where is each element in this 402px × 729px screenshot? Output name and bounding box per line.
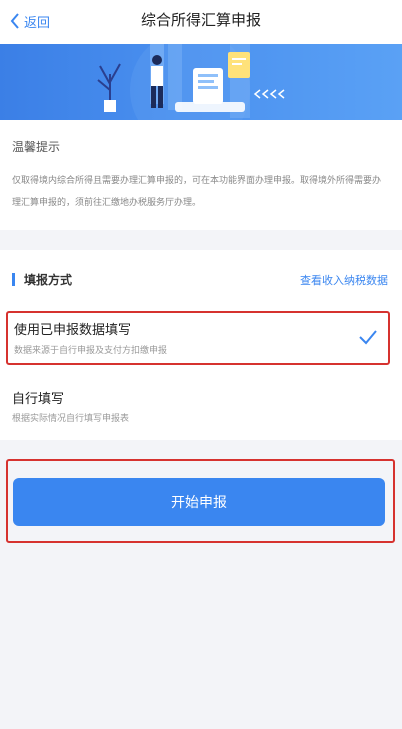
view-income-tax-data-link[interactable]: 查看收入纳税数据 xyxy=(300,272,388,288)
section-header: 填报方式 查看收入纳税数据 xyxy=(0,250,402,308)
option-self-fill[interactable]: 自行填写 根据实际情况自行填写申报表 xyxy=(0,378,402,434)
tips-body: 仅取得境内综合所得且需要办理汇算申报的，可在本功能界面办理申报。取得境外所得需要… xyxy=(12,176,382,208)
nav-bar: 返回 综合所得汇算申报 xyxy=(0,0,402,44)
tips-title: 温馨提示 xyxy=(12,140,61,154)
document-icon xyxy=(228,52,250,78)
banner-illustration xyxy=(0,44,402,120)
checkmark-icon xyxy=(359,330,377,345)
start-filing-button[interactable]: 开始申报 xyxy=(13,478,385,526)
option-title: 自行填写 xyxy=(12,392,65,407)
option-use-declared-data[interactable]: 使用已申报数据填写 数据来源于自行申报及支付方扣缴申报 xyxy=(6,311,390,365)
option-subtitle: 数据来源于自行申报及支付方扣缴申报 xyxy=(14,346,168,356)
section-marker xyxy=(12,273,15,286)
option-subtitle: 根据实际情况自行填写申报表 xyxy=(12,414,130,424)
section-title: 填报方式 xyxy=(24,273,73,287)
tips-section: 温馨提示 仅取得境内综合所得且需要办理汇算申报的，可在本功能界面办理申报。取得境… xyxy=(0,120,402,230)
option-title: 使用已申报数据填写 xyxy=(14,323,132,338)
page-title: 综合所得汇算申报 xyxy=(140,11,261,29)
plant-icon xyxy=(97,63,121,112)
